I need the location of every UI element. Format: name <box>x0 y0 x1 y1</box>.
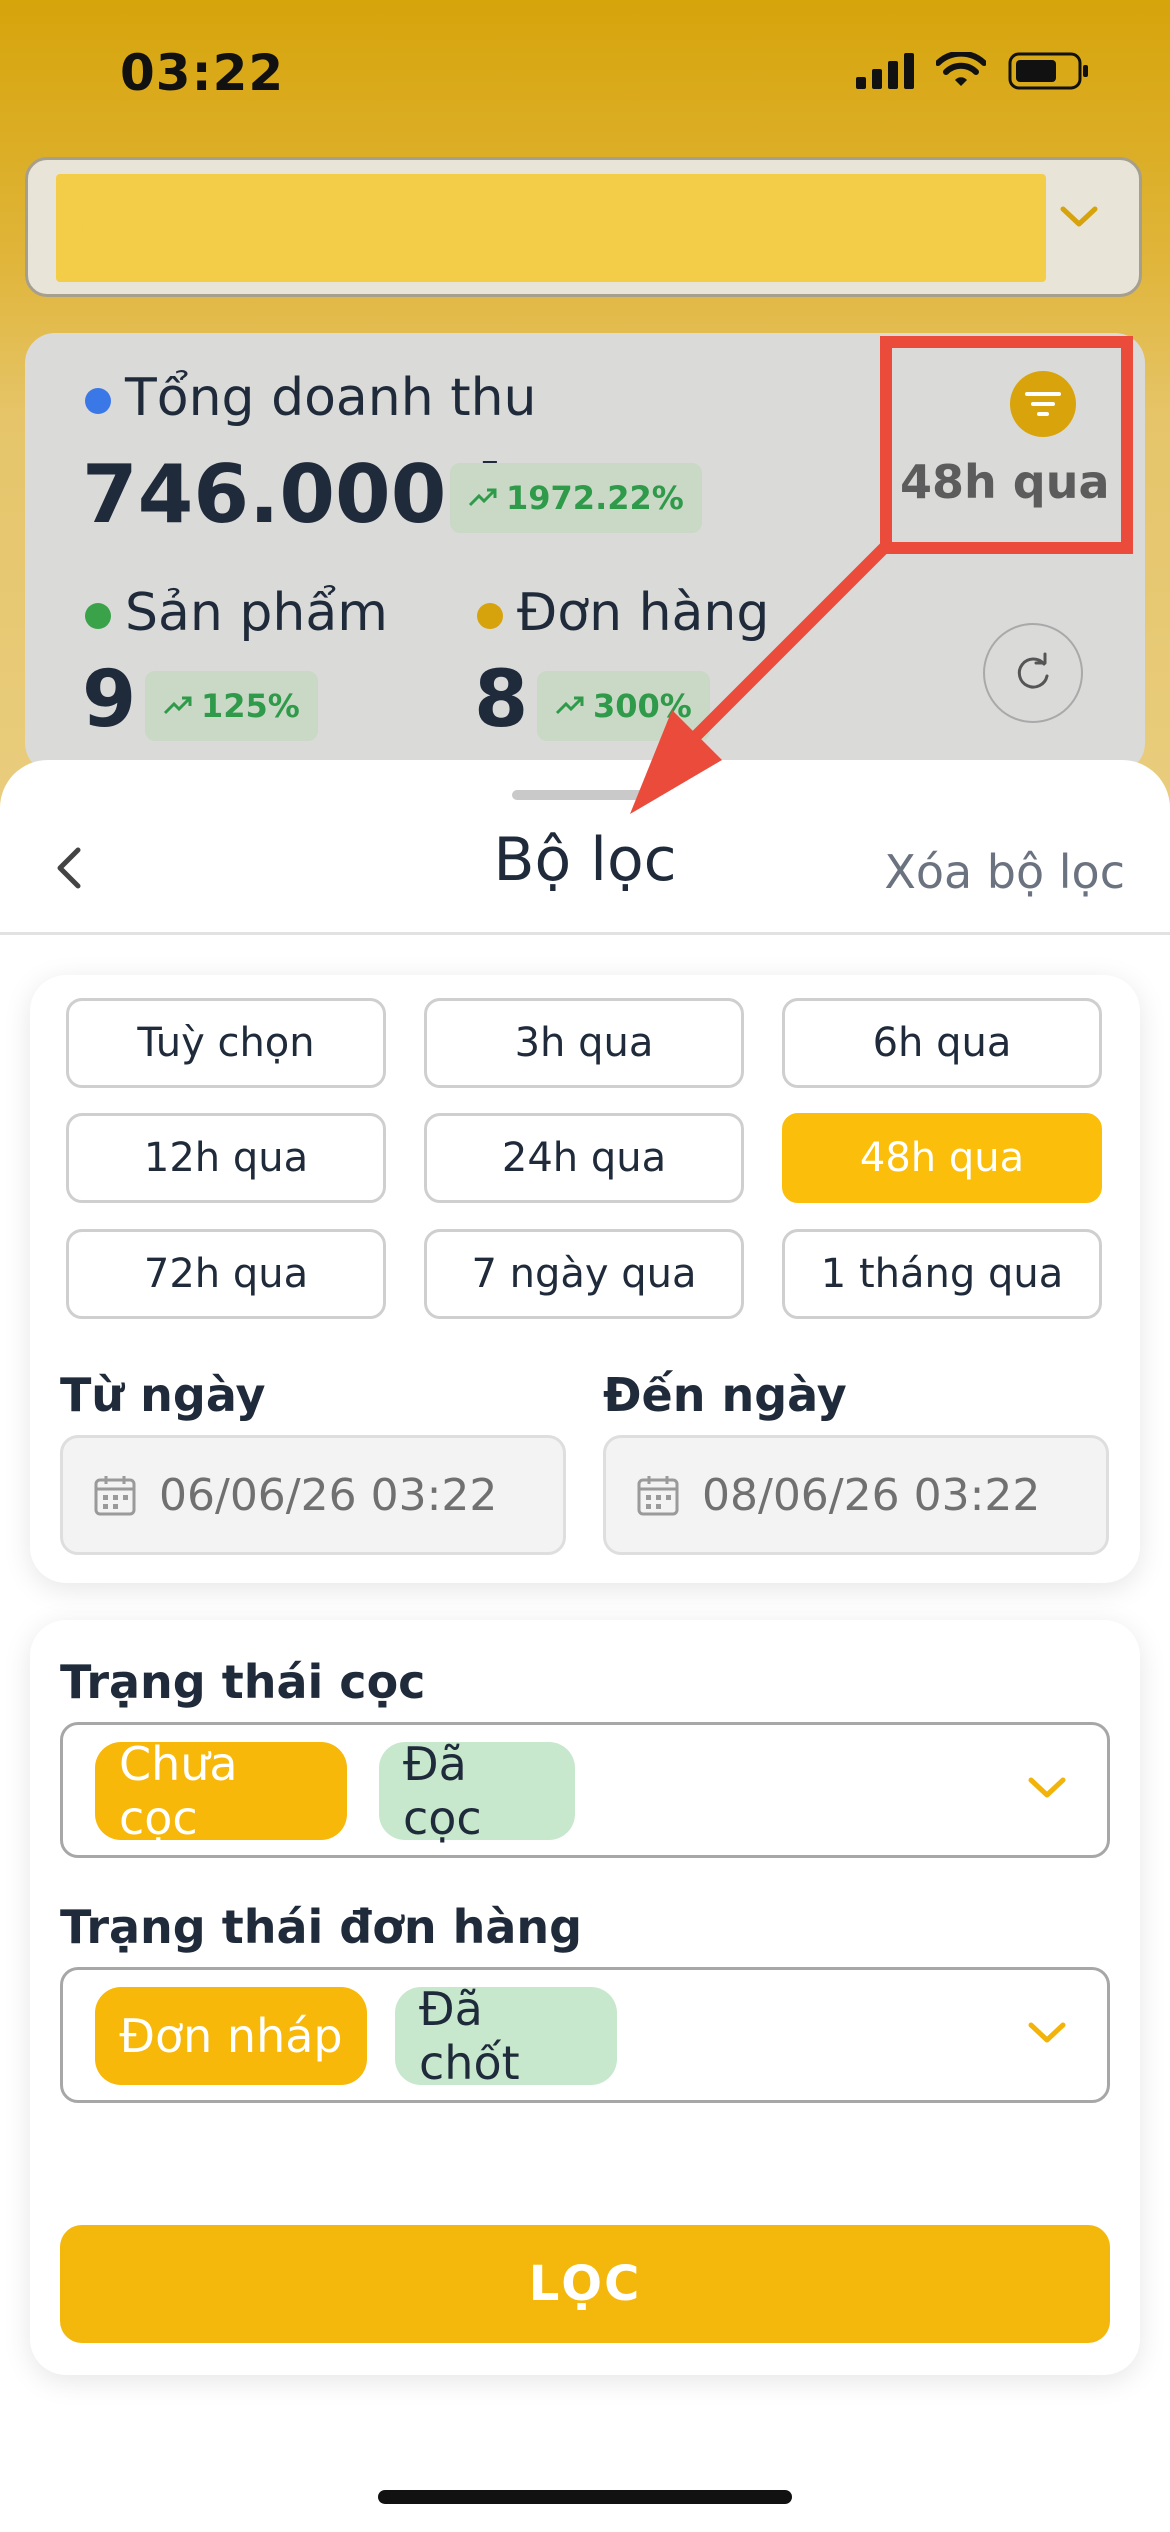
time-option-6h[interactable]: 6h qua <box>782 998 1102 1088</box>
apply-filter-button[interactable]: LỌC <box>60 2225 1110 2343</box>
time-option-1m[interactable]: 1 tháng qua <box>782 1229 1102 1319</box>
from-date-label: Từ ngày <box>60 1368 266 1422</box>
calendar-icon <box>637 1476 679 1516</box>
order-status-select[interactable]: Đơn nháp Đã chốt <box>60 1967 1110 2103</box>
time-option-48h[interactable]: 48h qua <box>782 1113 1102 1203</box>
time-option-72h[interactable]: 72h qua <box>66 1229 386 1319</box>
chevron-down-icon <box>1028 2022 1066 2043</box>
order-tag-confirmed[interactable]: Đã chốt <box>395 1982 617 2090</box>
time-option-24h[interactable]: 24h qua <box>424 1113 744 1203</box>
calendar-icon <box>94 1476 136 1516</box>
to-date-value: 08/06/26 03:22 <box>702 1469 1041 1521</box>
order-tag-draft[interactable]: Đơn nháp <box>95 1987 367 2085</box>
to-date-input[interactable]: 08/06/26 03:22 <box>603 1435 1109 1555</box>
from-date-input[interactable]: 06/06/26 03:22 <box>60 1435 566 1555</box>
to-date-label: Đến ngày <box>603 1368 847 1422</box>
from-date-value: 06/06/26 03:22 <box>159 1469 498 1521</box>
annotation-arrow-icon <box>630 542 890 814</box>
order-status-label: Trạng thái đơn hàng <box>60 1900 583 1954</box>
home-indicator <box>378 2490 792 2504</box>
deposit-status-label: Trạng thái cọc <box>60 1655 426 1709</box>
deposit-tag-paid[interactable]: Đã cọc <box>379 1737 575 1845</box>
chevron-down-icon <box>1028 1777 1066 1798</box>
deposit-status-select[interactable]: Chưa cọc Đã cọc <box>60 1722 1110 1858</box>
time-option-12h[interactable]: 12h qua <box>66 1113 386 1203</box>
time-option-3h[interactable]: 3h qua <box>424 998 744 1088</box>
deposit-tag-unpaid[interactable]: Chưa cọc <box>95 1737 347 1845</box>
time-option-7d[interactable]: 7 ngày qua <box>424 1229 744 1319</box>
clear-filter-button[interactable]: Xóa bộ lọc <box>884 845 1125 899</box>
time-option-custom[interactable]: Tuỳ chọn <box>66 998 386 1088</box>
